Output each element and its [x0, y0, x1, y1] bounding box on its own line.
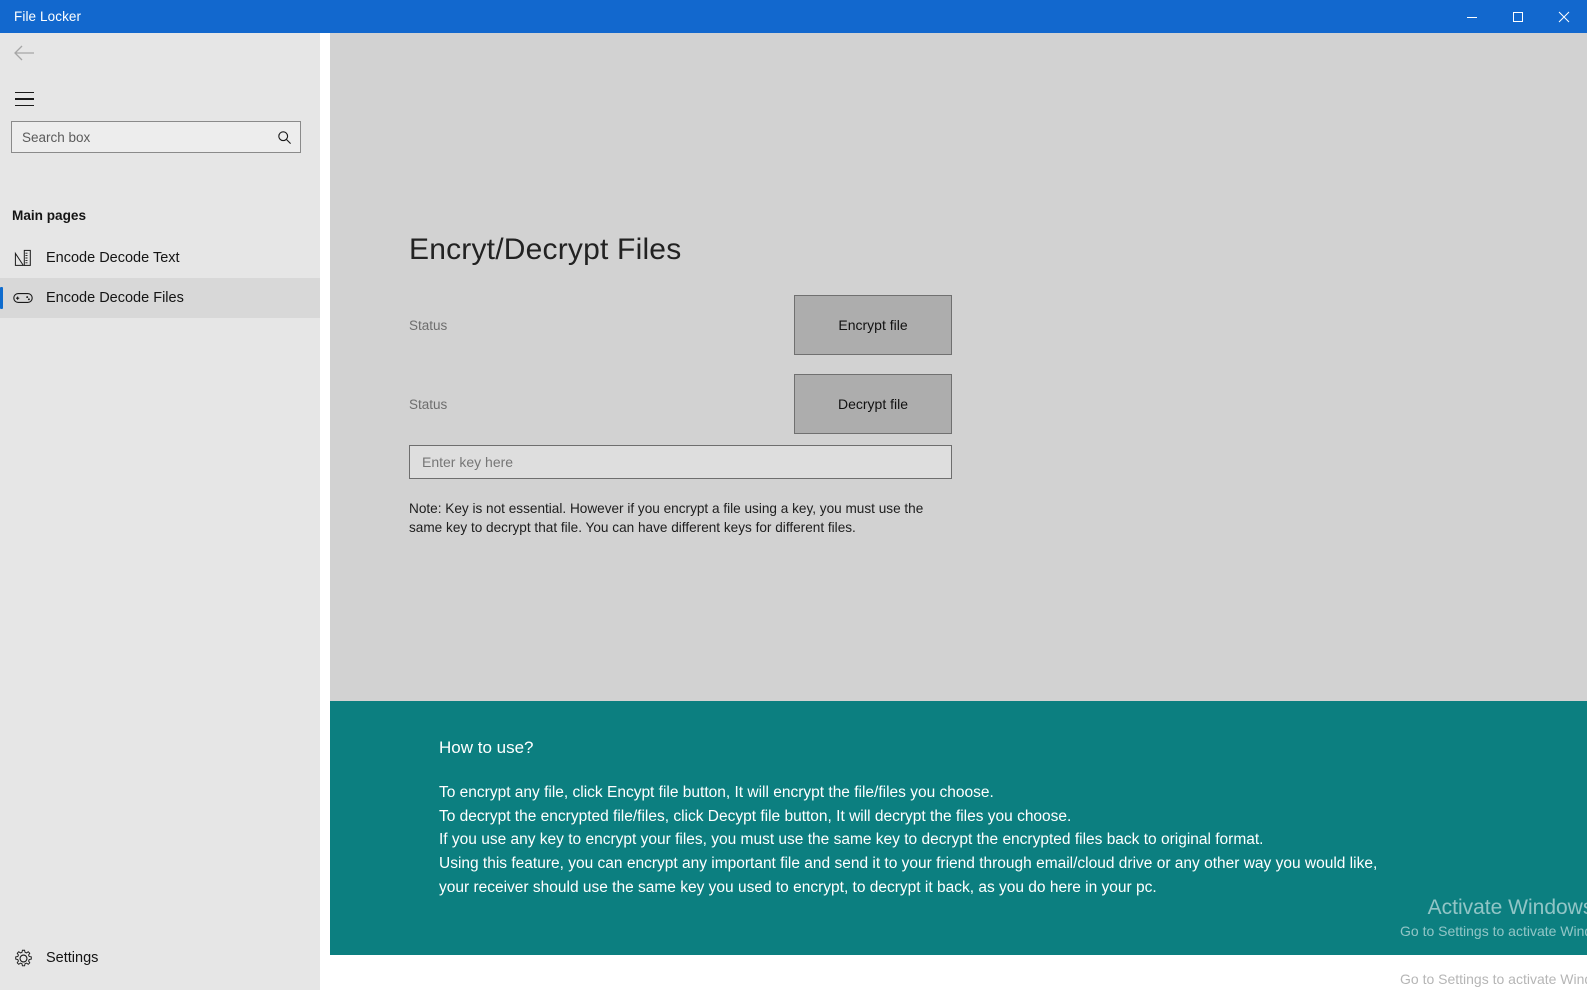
- sidebar-item-encode-decode-text[interactable]: Encode Decode Text: [0, 238, 320, 278]
- nav-item-list: Encode Decode Text Encode Decode Files: [0, 238, 320, 318]
- key-input-placeholder: Enter key here: [422, 454, 514, 470]
- search-input[interactable]: Search box: [11, 121, 301, 153]
- sidebar-item-label: Encode Decode Text: [46, 250, 180, 266]
- key-note-text: Note: Key is not essential. However if y…: [409, 501, 924, 535]
- search-icon[interactable]: [268, 130, 300, 145]
- how-to-use-line: If you use any key to encrypt your files…: [439, 831, 1264, 849]
- key-input[interactable]: Enter key here: [409, 445, 952, 479]
- encrypt-file-button[interactable]: Encrypt file: [794, 295, 952, 355]
- title-bar: File Locker: [0, 0, 1587, 33]
- window-title: File Locker: [14, 9, 82, 24]
- gamepad-icon: [0, 291, 46, 305]
- ruler-pencil-icon: [0, 249, 46, 267]
- activation-watermark-line2-overflow: Go to Settings to activate Windows.: [1400, 971, 1587, 987]
- encrypt-status-text: Status: [409, 317, 448, 333]
- how-to-use-line: To decrypt the encrypted file/files, cli…: [439, 807, 1072, 825]
- how-to-use-title: How to use?: [439, 738, 534, 757]
- navigation-pane: Search box Main pages Encode Decode Text…: [0, 33, 321, 990]
- how-to-use-line: your receiver should use the same key yo…: [439, 878, 1157, 896]
- decrypt-status-text: Status: [409, 396, 448, 412]
- search-placeholder: Search box: [22, 129, 91, 145]
- menu-toggle-button[interactable]: [2, 80, 46, 118]
- maximize-button[interactable]: [1495, 0, 1541, 33]
- decrypt-file-button[interactable]: Decrypt file: [794, 374, 952, 434]
- window-body: Search box Main pages Encode Decode Text…: [0, 33, 1587, 990]
- how-to-use-body: To encrypt any file, click Encypt file b…: [439, 781, 1539, 900]
- back-arrow-icon: [13, 44, 35, 67]
- close-button[interactable]: [1541, 0, 1587, 33]
- sidebar-item-label: Encode Decode Files: [46, 290, 184, 306]
- how-to-use-panel: How to use? To encrypt any file, click E…: [330, 701, 1587, 955]
- gear-icon: [0, 949, 46, 968]
- content-bottom-strip: Go to Settings to activate Windows.: [330, 955, 1587, 990]
- activation-watermark: Activate Windows Go to Settings to activ…: [1400, 896, 1587, 939]
- minimize-button[interactable]: [1449, 0, 1495, 33]
- page-title: Encryt/Decrypt Files: [409, 233, 682, 266]
- selection-indicator: [0, 287, 3, 309]
- how-to-use-line: To encrypt any file, click Encypt file b…: [439, 784, 994, 801]
- back-button[interactable]: [2, 36, 46, 74]
- how-to-use-line: Using this feature, you can encrypt any …: [439, 855, 1378, 873]
- activation-watermark-line2: Go to Settings to activate Windows.: [1400, 923, 1587, 939]
- nav-section-header: Main pages: [12, 208, 87, 223]
- settings-label: Settings: [46, 950, 99, 966]
- sidebar-item-encode-decode-files[interactable]: Encode Decode Files: [0, 278, 320, 318]
- activation-watermark-line1: Activate Windows: [1427, 896, 1587, 919]
- hamburger-icon: [14, 89, 34, 108]
- sidebar-item-settings[interactable]: Settings: [0, 938, 320, 978]
